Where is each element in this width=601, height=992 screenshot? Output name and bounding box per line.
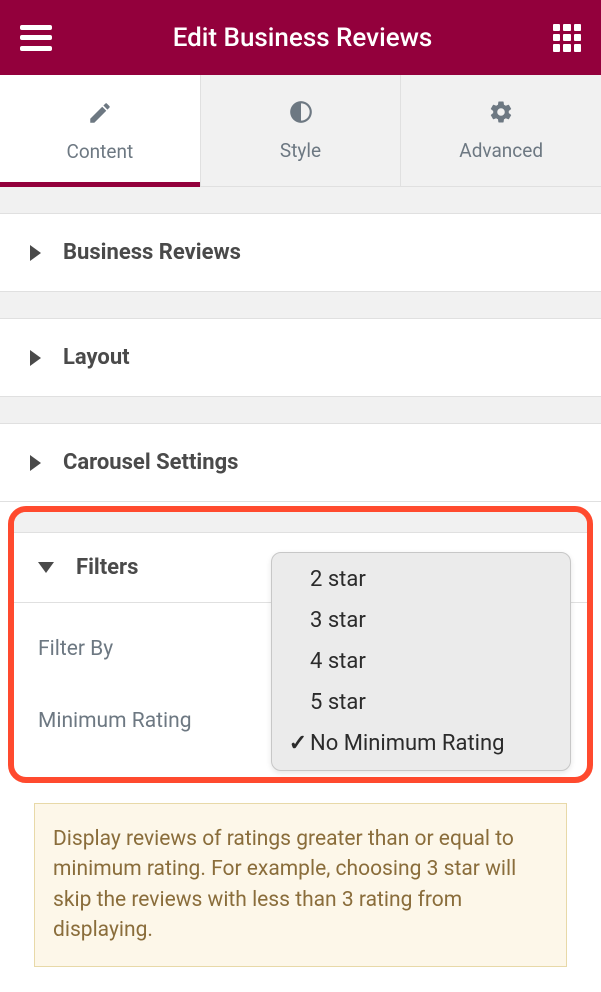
- tab-advanced[interactable]: Advanced: [400, 75, 601, 187]
- pencil-icon: [87, 100, 113, 126]
- dropdown-option-4star[interactable]: 4 star: [272, 641, 570, 682]
- section-header-carousel-settings[interactable]: Carousel Settings: [0, 424, 601, 501]
- caret-right-icon: [30, 245, 41, 261]
- caret-right-icon: [30, 455, 41, 471]
- header: Edit Business Reviews: [0, 0, 601, 75]
- dropdown-option-label: 2 star: [310, 567, 366, 592]
- spacer: [0, 187, 601, 213]
- caret-right-icon: [30, 350, 41, 366]
- section-business-reviews: Business Reviews: [0, 213, 601, 292]
- section-title: Business Reviews: [63, 240, 241, 265]
- gear-icon: [488, 99, 514, 125]
- tab-content[interactable]: Content: [0, 75, 200, 187]
- section-title: Filters: [76, 555, 138, 580]
- dropdown-option-label: 4 star: [310, 649, 366, 674]
- minimum-rating-dropdown[interactable]: 2 star 3 star 4 star 5 star ✓ No Minimum…: [271, 552, 571, 771]
- section-title: Carousel Settings: [63, 450, 238, 475]
- check-icon: ✓: [286, 731, 310, 756]
- section-header-business-reviews[interactable]: Business Reviews: [0, 214, 601, 291]
- contrast-icon: [288, 99, 314, 125]
- highlight-box-filters: Filters Filter By Minimum Rating 2 star …: [8, 506, 593, 783]
- section-header-layout[interactable]: Layout: [0, 319, 601, 396]
- dropdown-option-5star[interactable]: 5 star: [272, 682, 570, 723]
- tab-label: Advanced: [459, 139, 543, 162]
- section-title: Layout: [63, 345, 130, 370]
- hamburger-menu-icon[interactable]: [20, 25, 52, 51]
- spacer: [14, 512, 587, 532]
- tabs: Content Style Advanced: [0, 75, 601, 187]
- dropdown-option-3star[interactable]: 3 star: [272, 600, 570, 641]
- caret-down-icon: [38, 562, 54, 573]
- filter-by-label: Filter By: [38, 637, 113, 661]
- dropdown-option-label: No Minimum Rating: [310, 731, 505, 756]
- tab-label: Style: [280, 139, 321, 162]
- apps-grid-icon[interactable]: [553, 24, 581, 52]
- tab-style[interactable]: Style: [200, 75, 401, 187]
- minimum-rating-label: Minimum Rating: [38, 709, 192, 733]
- section-layout: Layout: [0, 318, 601, 397]
- spacer: [0, 397, 601, 423]
- info-box: Display reviews of ratings greater than …: [34, 803, 567, 967]
- page-title: Edit Business Reviews: [173, 23, 433, 53]
- spacer: [0, 292, 601, 318]
- dropdown-option-label: 5 star: [310, 690, 366, 715]
- dropdown-option-2star[interactable]: 2 star: [272, 559, 570, 600]
- tab-label: Content: [66, 140, 133, 163]
- section-carousel-settings: Carousel Settings: [0, 423, 601, 502]
- dropdown-option-no-minimum[interactable]: ✓ No Minimum Rating: [272, 723, 570, 764]
- dropdown-option-label: 3 star: [310, 608, 366, 633]
